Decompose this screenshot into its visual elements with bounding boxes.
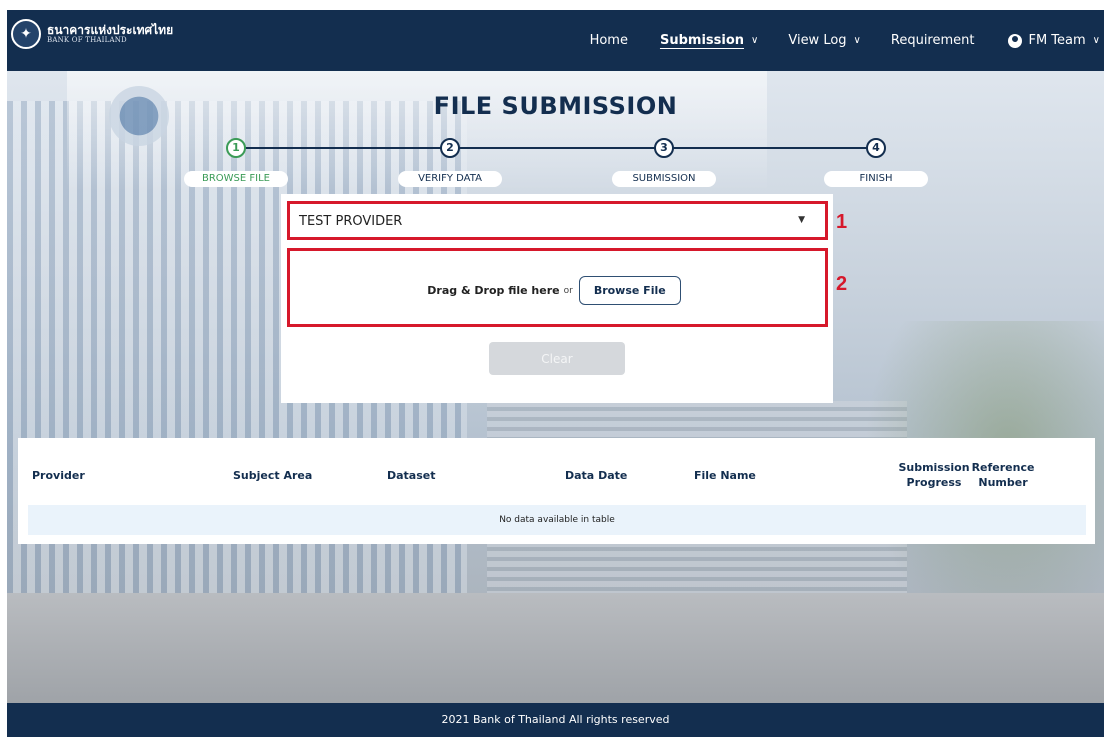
chevron-down-icon: ∨ xyxy=(751,35,759,46)
user-circle-icon xyxy=(1008,33,1023,48)
nav-view-log-label: View Log xyxy=(788,33,847,48)
stepper-line xyxy=(236,147,876,149)
nav-view-log[interactable]: View Log ∨ xyxy=(788,33,861,48)
step-1-label: BROWSE FILE xyxy=(184,171,288,187)
logo-thai-name: ธนาคารแห่งประเทศไทย xyxy=(47,22,174,37)
nav-home-label: Home xyxy=(589,33,628,48)
logo-english-name: BANK OF THAILAND xyxy=(47,35,127,44)
bank-seal-icon: ✦ xyxy=(11,19,41,49)
chevron-down-icon: ∨ xyxy=(853,35,861,46)
column-header-file-name[interactable]: File Name xyxy=(694,468,756,483)
pavement xyxy=(7,593,1104,703)
step-3-label: SUBMISSION xyxy=(612,171,716,187)
column-header-dataset[interactable]: Dataset xyxy=(387,468,436,483)
step-1-circle: 1 xyxy=(226,138,246,158)
app-frame: ✦ ธนาคารแห่งประเทศไทย BANK OF THAILAND H… xyxy=(7,10,1104,737)
column-header-reference-number[interactable]: Reference Number xyxy=(970,460,1036,490)
step-4-label: FINISH xyxy=(824,171,928,187)
nav-requirement[interactable]: Requirement xyxy=(891,33,975,48)
page-title: FILE SUBMISSION xyxy=(433,92,678,120)
column-header-reference-number-line1: Reference xyxy=(971,461,1035,474)
bank-logo[interactable]: ✦ ธนาคารแห่งประเทศไทย BANK OF THAILAND xyxy=(11,19,173,49)
annotation-box-provider xyxy=(287,201,828,240)
user-menu[interactable]: FM Team ∨ xyxy=(1008,33,1100,48)
clear-button[interactable]: Clear xyxy=(489,342,625,375)
table-empty-row: No data available in table xyxy=(28,505,1086,535)
column-header-provider[interactable]: Provider xyxy=(32,468,85,483)
main-nav: Home Submission ∨ View Log ∨ Requirement… xyxy=(590,10,1104,71)
column-header-submission-progress-line2: Progress xyxy=(906,476,962,489)
annotation-number-2: 2 xyxy=(836,273,848,295)
step-2-circle: 2 xyxy=(440,138,460,158)
footer: 2021 Bank of Thailand All rights reserve… xyxy=(7,703,1104,737)
annotation-number-1: 1 xyxy=(836,211,848,233)
logo-text: ธนาคารแห่งประเทศไทย BANK OF THAILAND xyxy=(47,22,174,45)
submission-table: Provider Subject Area Dataset Data Date … xyxy=(18,438,1095,544)
column-header-data-date[interactable]: Data Date xyxy=(565,468,627,483)
nav-submission[interactable]: Submission ∨ xyxy=(660,33,758,48)
column-header-submission-progress[interactable]: Submission Progress xyxy=(898,460,970,490)
user-menu-label: FM Team xyxy=(1028,33,1086,48)
nav-requirement-label: Requirement xyxy=(890,33,975,48)
column-header-reference-number-line2: Number xyxy=(978,476,1028,489)
step-3-circle: 3 xyxy=(654,138,674,158)
step-4-circle: 4 xyxy=(866,138,886,158)
top-navbar: ✦ ธนาคารแห่งประเทศไทย BANK OF THAILAND H… xyxy=(7,10,1104,71)
column-header-subject-area[interactable]: Subject Area xyxy=(233,468,312,483)
nav-home[interactable]: Home xyxy=(590,33,628,48)
column-header-submission-progress-line1: Submission xyxy=(898,461,970,474)
nav-submission-label: Submission xyxy=(659,33,745,48)
step-2-label: VERIFY DATA xyxy=(398,171,502,187)
chevron-down-icon: ∨ xyxy=(1092,35,1100,46)
annotation-box-dropzone xyxy=(287,248,828,327)
